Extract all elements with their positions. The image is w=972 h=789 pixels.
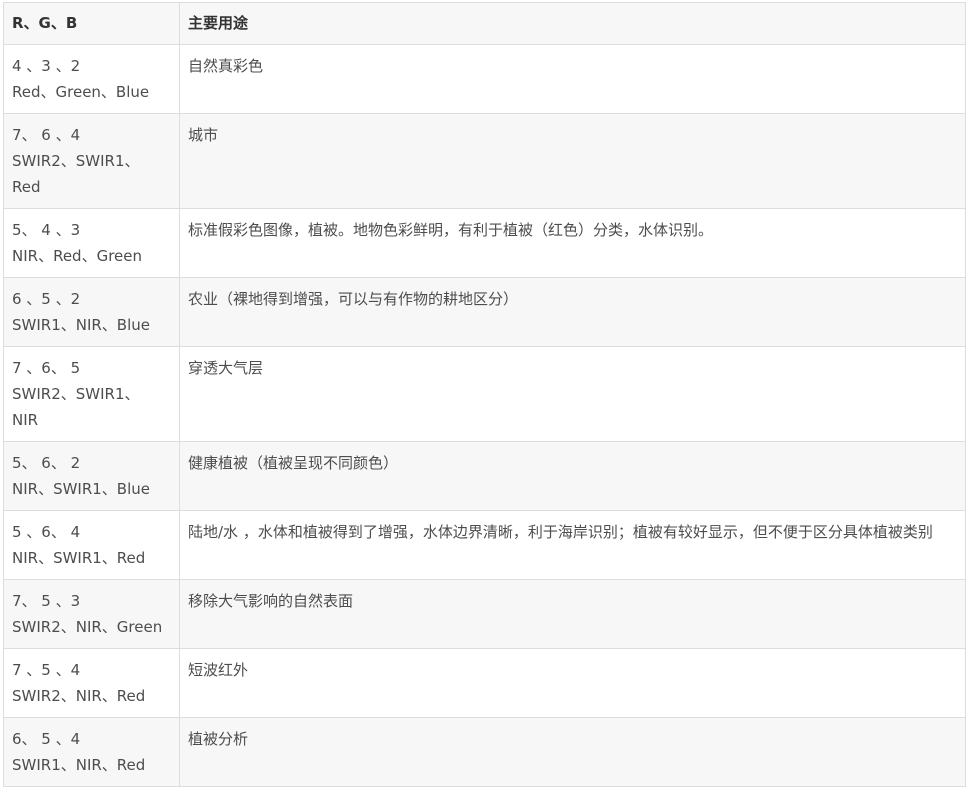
usage-cell: 健康植被（植被呈现不同颜色） (179, 441, 966, 511)
table-row: 6 、5 、2 SWIR1、NIR、Blue 农业（裸地得到增强，可以与有作物的… (3, 277, 966, 347)
band-cell: 6 、5 、2 SWIR1、NIR、Blue (3, 277, 180, 347)
band-names: SWIR1、NIR、Red (12, 756, 146, 774)
table-row: 7、 6 、4 SWIR2、SWIR1、 Red 城市 (3, 113, 966, 209)
usage-cell: 穿透大气层 (179, 346, 966, 442)
table-row: 4 、3 、2 Red、Green、Blue 自然真彩色 (3, 44, 966, 114)
band-combo: 4 、3 、2 (12, 57, 81, 75)
table-row: 7、 5 、3 SWIR2、NIR、Green 移除大气影响的自然表面 (3, 579, 966, 649)
band-names: Red、Green、Blue (12, 83, 150, 101)
band-cell: 6、 5 、4 SWIR1、NIR、Red (3, 717, 180, 787)
band-cell: 5、 4 、3 NIR、Red、Green (3, 208, 180, 278)
band-combo: 7 、6、 5 (12, 359, 81, 377)
band-names: SWIR2、NIR、Green (12, 618, 163, 636)
table-row: 7 、5 、4 SWIR2、NIR、Red 短波红外 (3, 648, 966, 718)
band-cell: 7、 5 、3 SWIR2、NIR、Green (3, 579, 180, 649)
band-combo: 6、 5 、4 (12, 730, 81, 748)
band-cell: 5、 6、 2 NIR、SWIR1、Blue (3, 441, 180, 511)
band-combo: 6 、5 、2 (12, 290, 81, 308)
band-cell: 7 、6、 5 SWIR2、SWIR1、 NIR (3, 346, 180, 442)
band-names: NIR、SWIR1、Blue (12, 480, 151, 498)
table-row: 5、 4 、3 NIR、Red、Green 标准假彩色图像，植被。地物色彩鲜明，… (3, 208, 966, 278)
band-names: SWIR2、NIR、Red (12, 687, 146, 705)
usage-cell: 城市 (179, 113, 966, 209)
table-row: 5 、6、 4 NIR、SWIR1、Red 陆地/水 ，水体和植被得到了增强，水… (3, 510, 966, 580)
usage-cell: 短波红外 (179, 648, 966, 718)
band-combo: 7、 6 、4 (12, 126, 81, 144)
table-row: 6、 5 、4 SWIR1、NIR、Red 植被分析 (3, 717, 966, 787)
band-cell: 4 、3 、2 Red、Green、Blue (3, 44, 180, 114)
table-row: 7 、6、 5 SWIR2、SWIR1、 NIR 穿透大气层 (3, 346, 966, 442)
band-combination-table-container: R、G、B 主要用途 4 、3 、2 Red、Green、Blue 自然真彩色 … (3, 2, 966, 787)
band-cell: 5 、6、 4 NIR、SWIR1、Red (3, 510, 180, 580)
band-names: SWIR1、NIR、Blue (12, 316, 151, 334)
band-combo: 7、 5 、3 (12, 592, 81, 610)
band-combo: 5 、6、 4 (12, 523, 81, 541)
band-names: NIR、SWIR1、Red (12, 549, 146, 567)
band-names: NIR、Red、Green (12, 247, 142, 265)
usage-cell: 移除大气影响的自然表面 (179, 579, 966, 649)
table-header-row: R、G、B 主要用途 (3, 2, 966, 45)
band-combination-table: R、G、B 主要用途 4 、3 、2 Red、Green、Blue 自然真彩色 … (3, 2, 966, 787)
band-names: SWIR2、SWIR1、 (12, 385, 140, 403)
band-combo: 5、 6、 2 (12, 454, 81, 472)
usage-cell: 农业（裸地得到增强，可以与有作物的耕地区分） (179, 277, 966, 347)
band-combo: 5、 4 、3 (12, 221, 81, 239)
header-usage: 主要用途 (179, 2, 966, 45)
band-cell: 7、 6 、4 SWIR2、SWIR1、 Red (3, 113, 180, 209)
usage-cell: 植被分析 (179, 717, 966, 787)
usage-cell: 标准假彩色图像，植被。地物色彩鲜明，有利于植被（红色）分类，水体识别。 (179, 208, 966, 278)
header-rgb: R、G、B (3, 2, 180, 45)
usage-cell: 陆地/水 ，水体和植被得到了增强，水体边界清晰，利于海岸识别；植被有较好显示，但… (179, 510, 966, 580)
band-names: SWIR2、SWIR1、 (12, 152, 140, 170)
band-cell: 7 、5 、4 SWIR2、NIR、Red (3, 648, 180, 718)
usage-cell: 自然真彩色 (179, 44, 966, 114)
band-combo: 7 、5 、4 (12, 661, 81, 679)
band-names-cont: NIR (12, 411, 39, 429)
band-names-cont: Red (12, 178, 41, 196)
table-row: 5、 6、 2 NIR、SWIR1、Blue 健康植被（植被呈现不同颜色） (3, 441, 966, 511)
